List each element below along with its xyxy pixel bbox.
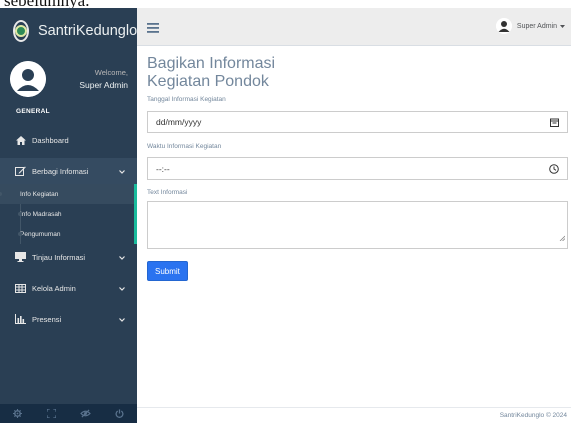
sidebar-footer	[0, 404, 137, 423]
eye-slash-icon[interactable]	[76, 407, 96, 421]
time-input[interactable]: --:--	[147, 157, 568, 180]
clock-icon[interactable]	[549, 163, 559, 174]
date-input[interactable]: dd/mm/yyyy	[147, 111, 568, 133]
sidebar-item-kelola-admin[interactable]: Kelola Admin	[0, 275, 137, 301]
home-icon	[15, 135, 26, 145]
chevron-down-icon	[119, 284, 125, 293]
caption-text: sebelumnya.	[0, 0, 571, 8]
profile: Welcome, Super Admin	[0, 53, 137, 105]
edit-icon	[15, 166, 26, 176]
time-input-value: --:--	[156, 163, 170, 174]
user-menu[interactable]: Super Admin	[495, 18, 565, 34]
text-label: Text Informasi	[147, 189, 188, 196]
menu-toggle-icon[interactable]	[147, 20, 159, 38]
submenu-item-label: Info Kegiatan	[20, 190, 59, 198]
sidebar-item-label: Dashboard	[32, 135, 69, 145]
table-icon	[15, 283, 26, 293]
sidebar-item-presensi[interactable]: Presensi	[0, 306, 137, 332]
caret-down-icon	[560, 24, 565, 28]
fullscreen-icon[interactable]	[41, 407, 61, 421]
submenu-berbagi: Info Kegiatan Info Madrasah Pengumuman	[0, 184, 137, 244]
time-label: Waktu Informasi Kegiatan	[147, 143, 222, 150]
settings-icon[interactable]	[7, 407, 27, 421]
date-input-value: dd/mm/yyyy	[156, 117, 202, 127]
calendar-icon[interactable]	[550, 118, 559, 127]
bar-chart-icon	[15, 314, 26, 324]
user-avatar	[495, 18, 512, 34]
page-footer: SantriKedunglo © 2024	[137, 407, 571, 423]
chevron-down-icon	[119, 253, 125, 262]
submenu-item-info-madrasah[interactable]: Info Madrasah	[18, 204, 134, 224]
sidebar-item-berbagi-infomasi[interactable]: Berbagi Infomasi	[0, 158, 137, 184]
submenu-item-label: Pengumuman	[20, 230, 61, 238]
desktop-icon	[15, 252, 26, 262]
user-menu-name: Super Admin	[516, 22, 557, 30]
text-informasi-textarea[interactable]	[147, 201, 568, 249]
submit-button[interactable]: Submit	[147, 261, 188, 281]
top-nav: Super Admin	[137, 8, 571, 46]
submenu-item-pengumuman[interactable]: Pengumuman	[18, 224, 134, 244]
main-content: Bagikan Informasi Kegiatan Pondok Tangga…	[137, 47, 571, 407]
chevron-down-icon	[119, 167, 125, 176]
brand-name: SantriKedunglo	[38, 22, 138, 39]
section-title: GENERAL	[16, 108, 50, 115]
sidebar-item-label: Tinjau Informasi	[32, 252, 86, 262]
brand-logo-icon	[13, 19, 29, 42]
page-title: Bagikan Informasi Kegiatan Pondok	[147, 55, 276, 90]
welcome-text: Welcome,	[94, 68, 128, 77]
sidebar-item-dashboard[interactable]: Dashboard	[0, 127, 137, 153]
submenu-item-label: Info Madrasah	[20, 210, 62, 218]
sidebar-item-label: Kelola Admin	[32, 283, 76, 293]
submenu-item-info-kegiatan[interactable]: Info Kegiatan	[0, 184, 134, 204]
power-icon[interactable]	[110, 407, 130, 421]
brand[interactable]: SantriKedunglo	[0, 8, 137, 53]
avatar	[10, 61, 46, 97]
sidebar-item-tinjau-informasi[interactable]: Tinjau Informasi	[0, 244, 137, 270]
sidebar-item-label: Presensi	[32, 314, 62, 324]
footer-text: SantriKedunglo © 2024	[499, 412, 567, 419]
chevron-down-icon	[119, 315, 125, 324]
sidebar-menu: Dashboard Berbagi Infomasi Info Kegiatan…	[0, 127, 137, 332]
sidebar: SantriKedunglo Welcome, Super Admin GENE…	[0, 8, 137, 423]
sidebar-item-label: Berbagi Infomasi	[32, 166, 89, 176]
date-label: Tanggal Informasi Kegiatan	[147, 96, 226, 103]
resize-handle-icon[interactable]	[559, 228, 566, 246]
profile-name: Super Admin	[79, 80, 128, 90]
